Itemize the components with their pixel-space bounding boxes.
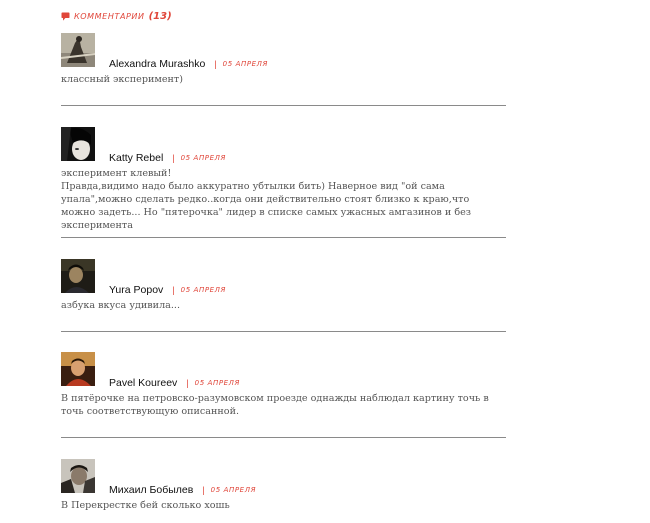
comment-meta: Yura Popov | 05 апреля xyxy=(109,283,226,297)
avatar[interactable] xyxy=(61,127,95,161)
comments-header: комментарии (13) xyxy=(61,9,172,23)
comment-paragraph: эксперимент клевый! xyxy=(61,168,172,179)
comment-author[interactable]: Katty Rebel xyxy=(109,152,163,164)
meta-separator: | xyxy=(172,285,175,295)
divider xyxy=(61,437,506,438)
avatar[interactable] xyxy=(61,33,95,67)
comment-date: 05 апреля xyxy=(222,60,269,68)
comment-paragraph: В Перекрестке бей сколько хошь xyxy=(61,500,230,511)
divider xyxy=(61,237,506,238)
avatar[interactable] xyxy=(61,352,95,386)
comment-author[interactable]: Yura Popov xyxy=(109,284,163,296)
comment-author[interactable]: Alexandra Murashko xyxy=(109,58,205,70)
meta-separator: | xyxy=(214,59,217,69)
avatar[interactable] xyxy=(61,459,95,493)
meta-separator: | xyxy=(186,378,189,388)
comment-text: азбука вкуса удивила... xyxy=(61,299,506,312)
speech-bubble-icon xyxy=(61,12,70,21)
avatar[interactable] xyxy=(61,259,95,293)
meta-separator: | xyxy=(172,153,175,163)
comment-meta: Katty Rebel | 05 апреля xyxy=(109,151,226,165)
comment-date: 05 апреля xyxy=(210,486,257,494)
comment-paragraph: азбука вкуса удивила... xyxy=(61,300,181,311)
comments-page: { "header": { "label": "комментарии", "c… xyxy=(0,0,650,523)
comment-text: В Перекрестке бей сколько хошь xyxy=(61,499,506,512)
meta-separator: | xyxy=(202,485,205,495)
comment-paragraph: В пятёрочке на петровско-разумовском про… xyxy=(61,393,489,417)
comment-text: эксперимент клевый! Правда,видимо надо б… xyxy=(61,167,506,232)
comment-author[interactable]: Михаил Бобылев xyxy=(109,484,193,496)
divider xyxy=(61,331,506,332)
comment-date: 05 апреля xyxy=(180,286,226,294)
comments-label: комментарии xyxy=(74,11,145,21)
comment-date: 05 апреля xyxy=(180,154,226,162)
comment-date: 05 апреля xyxy=(194,379,240,387)
comments-count: (13) xyxy=(148,10,172,22)
comment-text: классный эксперимент) xyxy=(61,73,506,86)
comment-author[interactable]: Pavel Koureev xyxy=(109,377,177,389)
comment-meta: Alexandra Murashko | 05 апреля xyxy=(109,57,268,71)
comment-text: В пятёрочке на петровско-разумовском про… xyxy=(61,392,506,418)
comment-paragraph: классный эксперимент) xyxy=(61,74,183,85)
comment-paragraph: Правда,видимо надо было аккуратно убтылк… xyxy=(61,181,472,231)
comment-meta: Pavel Koureev | 05 апреля xyxy=(109,376,240,390)
divider xyxy=(61,105,506,106)
comment-meta: Михаил Бобылев | 05 апреля xyxy=(109,483,256,497)
